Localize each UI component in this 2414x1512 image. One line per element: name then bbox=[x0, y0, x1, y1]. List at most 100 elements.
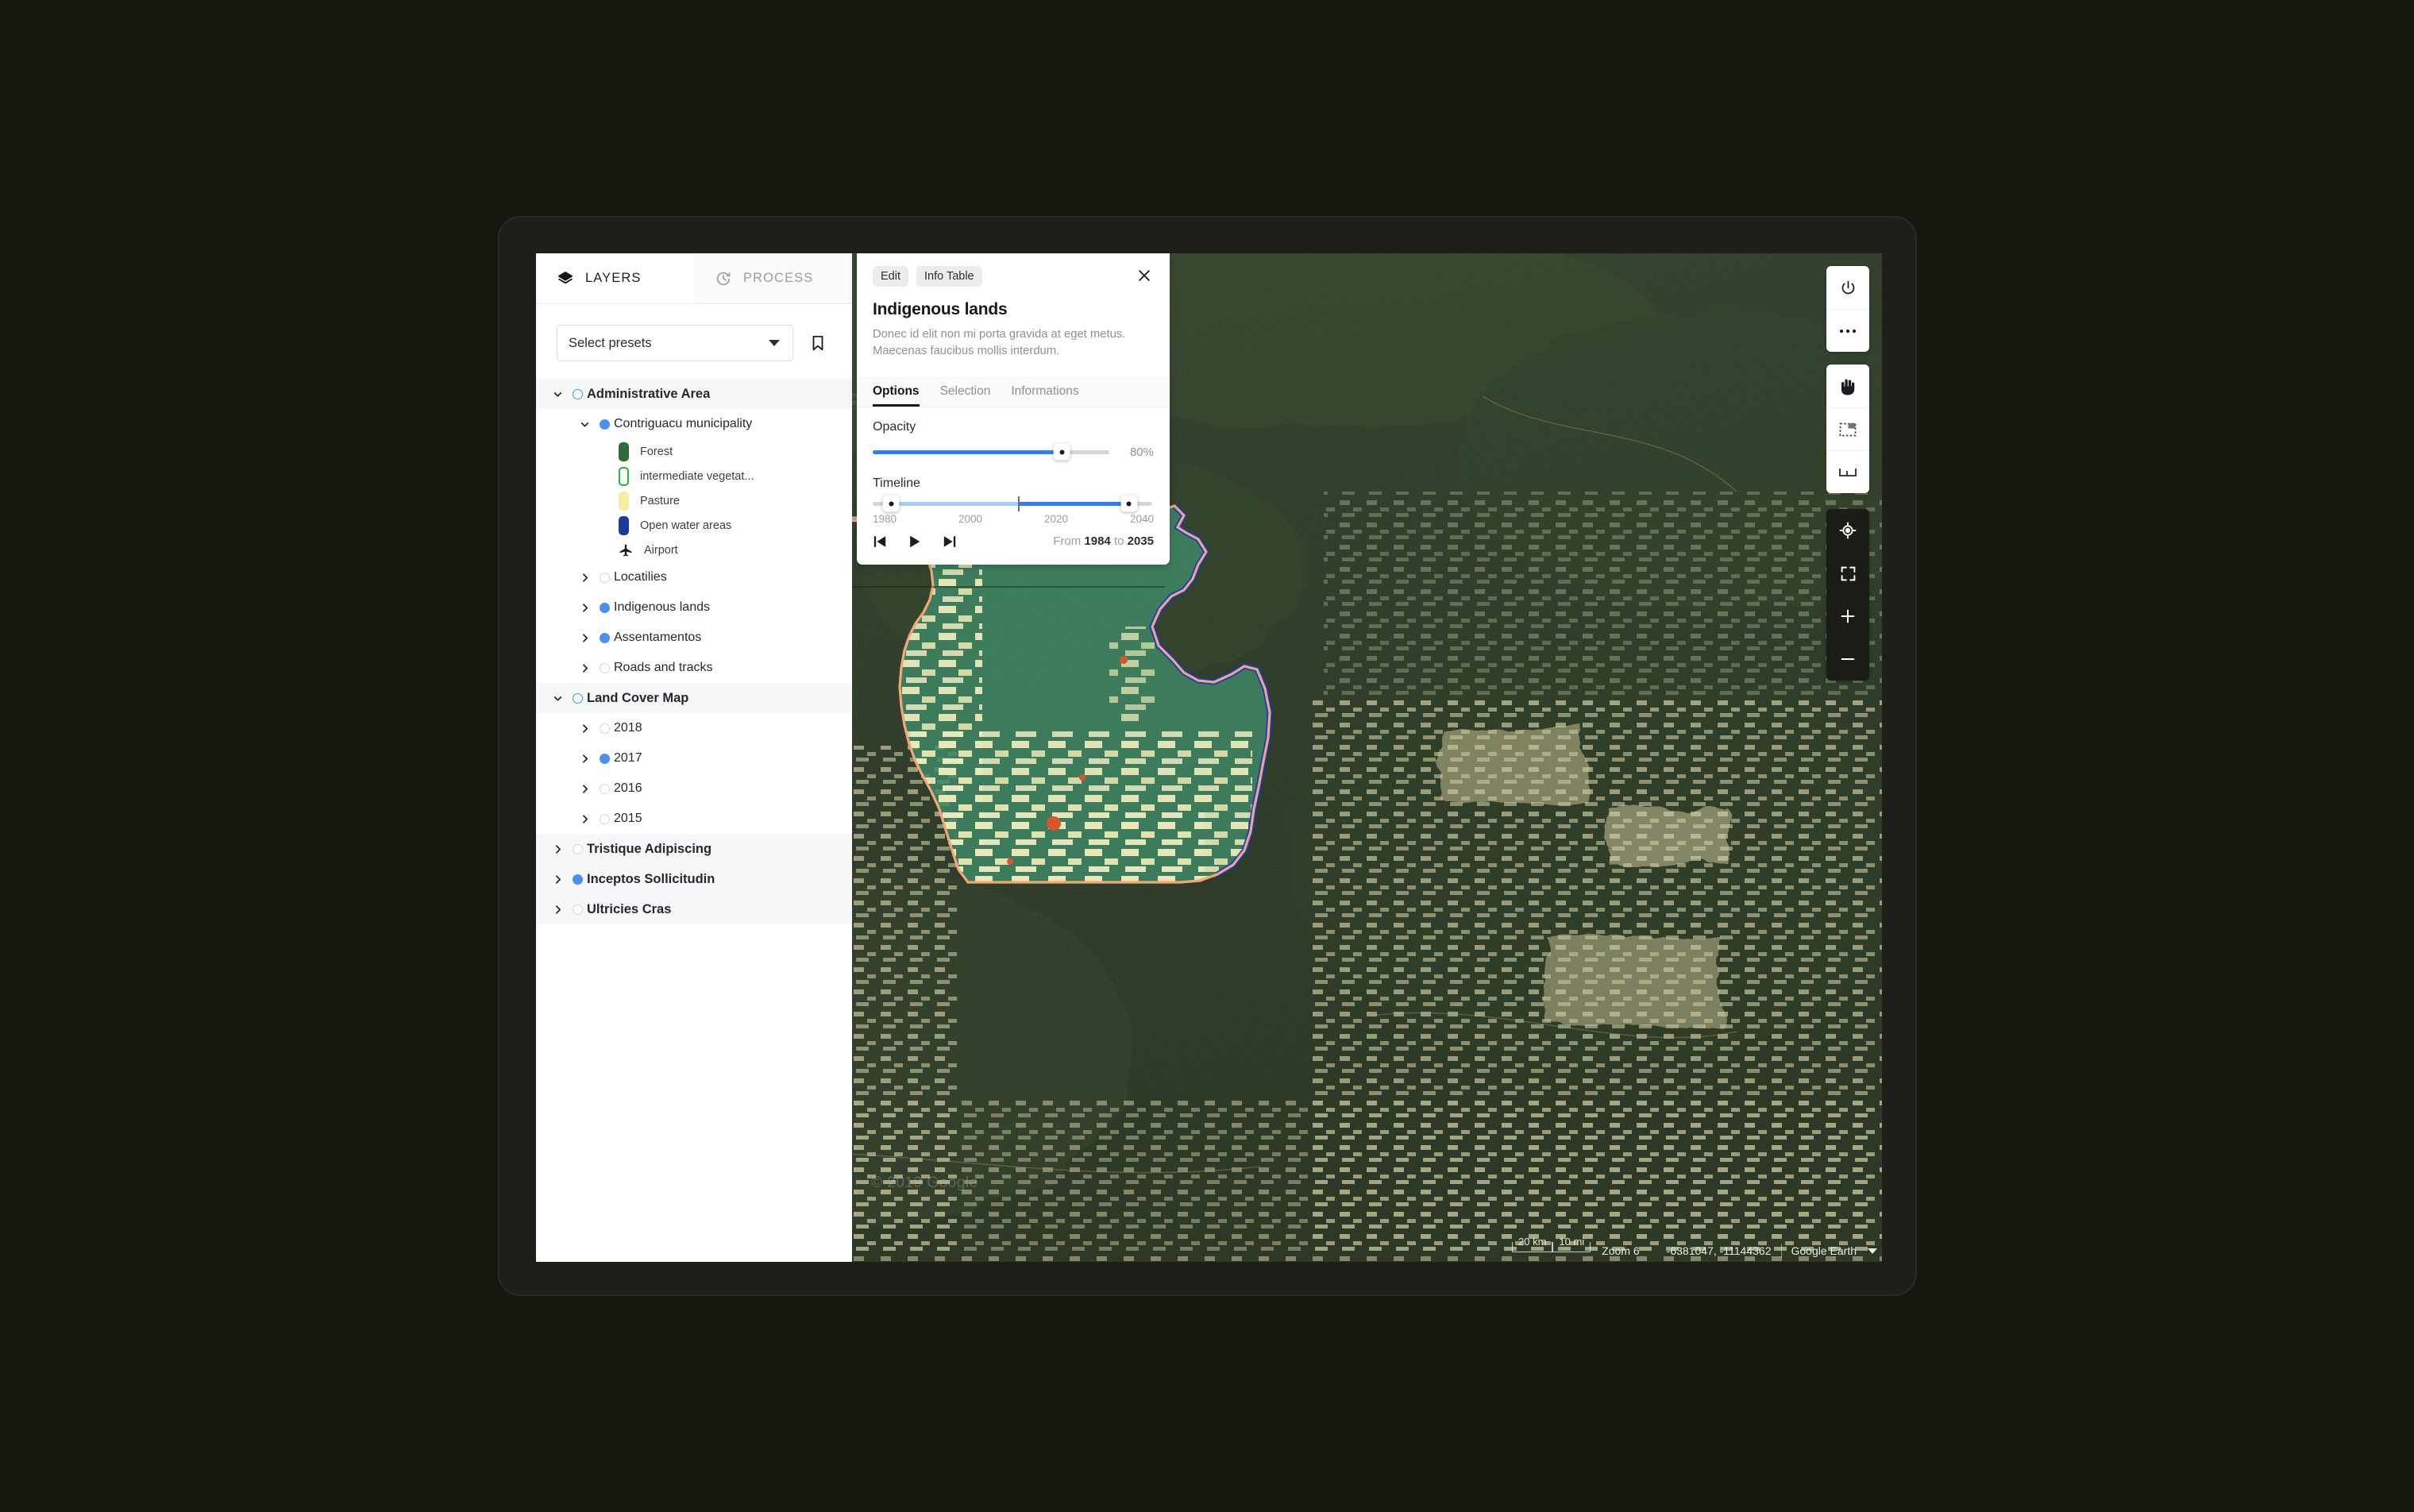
layer-row-assentamentos[interactable]: Assentamentos bbox=[536, 623, 852, 653]
layer-row-2017[interactable]: 2017 bbox=[536, 743, 852, 773]
visibility-toggle[interactable] bbox=[595, 753, 614, 764]
chevron-right-icon bbox=[555, 904, 561, 914]
preset-select[interactable]: Select presets bbox=[557, 325, 793, 361]
visibility-toggle[interactable] bbox=[595, 602, 614, 613]
timeline-section: Timeline 1980 2000 2020 2040 bbox=[857, 459, 1170, 525]
legend-item[interactable]: Pasture bbox=[536, 488, 852, 513]
chevron-down-icon bbox=[553, 696, 561, 700]
layer-row-contriguacu-municipality[interactable]: Contriguacu municipality bbox=[536, 409, 852, 439]
expand-toggle[interactable] bbox=[574, 573, 595, 583]
expand-toggle[interactable] bbox=[547, 874, 568, 885]
legend-item[interactable]: intermediate vegetat... bbox=[536, 464, 852, 488]
map-tools-group-primary bbox=[1826, 266, 1869, 352]
fullscreen-button[interactable] bbox=[1826, 552, 1869, 595]
tab-process[interactable]: PROCESS bbox=[694, 253, 852, 303]
visibility-toggle[interactable] bbox=[595, 418, 614, 430]
visibility-toggle[interactable] bbox=[568, 904, 587, 915]
legend-item[interactable]: Airport bbox=[536, 538, 852, 562]
measure-tool[interactable] bbox=[1826, 450, 1869, 493]
feature-description: Donec id elit non mi porta gravida at eg… bbox=[873, 328, 1126, 358]
legend-swatch bbox=[619, 491, 629, 511]
skip-to-end-button[interactable] bbox=[943, 534, 957, 549]
chevron-down-icon[interactable] bbox=[1868, 1248, 1877, 1254]
timeline-knob-end[interactable] bbox=[1120, 495, 1138, 512]
timeline-slider[interactable] bbox=[873, 495, 1154, 512]
zoom-out-button[interactable] bbox=[1826, 638, 1869, 681]
layer-row-2016[interactable]: 2016 bbox=[536, 773, 852, 804]
pan-tool[interactable] bbox=[1826, 364, 1869, 407]
close-icon bbox=[1139, 270, 1150, 281]
more-options-button[interactable] bbox=[1826, 309, 1869, 352]
chevron-down-icon bbox=[580, 422, 588, 426]
visibility-toggle[interactable] bbox=[595, 632, 614, 643]
expand-toggle[interactable] bbox=[547, 389, 568, 399]
bookmark-button[interactable] bbox=[804, 330, 831, 357]
edit-button[interactable]: Edit bbox=[873, 266, 908, 287]
layer-label: Tristique Adipiscing bbox=[587, 841, 712, 856]
expand-toggle[interactable] bbox=[574, 633, 595, 643]
range-mid: to bbox=[1113, 534, 1124, 549]
close-button[interactable] bbox=[1135, 266, 1154, 289]
visibility-toggle[interactable] bbox=[568, 692, 587, 704]
visibility-toggle[interactable] bbox=[595, 723, 614, 734]
opacity-slider[interactable]: 80% bbox=[873, 443, 1154, 461]
layer-label: Roads and tracks bbox=[614, 661, 713, 674]
locate-button[interactable] bbox=[1826, 509, 1869, 552]
box-select-tool[interactable] bbox=[1826, 407, 1869, 450]
layer-row-locatilies[interactable]: Locatilies bbox=[536, 562, 852, 592]
layer-tree[interactable]: Administrative Area Contriguacu municipal… bbox=[536, 371, 852, 1262]
visibility-dot bbox=[572, 874, 583, 885]
layer-row-ultricies-cras[interactable]: Ultricies Cras bbox=[536, 894, 852, 924]
tab-options[interactable]: Options bbox=[873, 376, 920, 407]
tab-layers[interactable]: LAYERS bbox=[536, 253, 694, 303]
expand-toggle[interactable] bbox=[574, 754, 595, 764]
visibility-toggle[interactable] bbox=[568, 843, 587, 854]
layer-row-land-cover-map[interactable]: Land Cover Map bbox=[536, 683, 852, 713]
map-tools-group-draw bbox=[1826, 364, 1869, 493]
layer-row-indigenous-lands[interactable]: Indigenous lands bbox=[536, 592, 852, 623]
layer-row-administrative-area[interactable]: Administrative Area bbox=[536, 379, 852, 409]
expand-toggle[interactable] bbox=[574, 603, 595, 613]
skip-to-start-button[interactable] bbox=[873, 534, 887, 549]
layer-row-2015[interactable]: 2015 bbox=[536, 804, 852, 834]
play-button[interactable] bbox=[908, 534, 922, 549]
opacity-knob[interactable] bbox=[1053, 443, 1070, 461]
legend-item[interactable]: Open water areas bbox=[536, 513, 852, 538]
tab-informations[interactable]: Informations bbox=[1011, 376, 1078, 407]
info-panel-header: Edit Info Table bbox=[857, 253, 1170, 289]
chevron-right-icon bbox=[582, 754, 588, 763]
layer-row-tristique-adipiscing[interactable]: Tristique Adipiscing bbox=[536, 834, 852, 864]
visibility-toggle[interactable] bbox=[568, 874, 587, 885]
expand-toggle[interactable] bbox=[574, 723, 595, 734]
expand-toggle[interactable] bbox=[547, 844, 568, 854]
timeline-knob-start[interactable] bbox=[882, 495, 900, 512]
expand-toggle[interactable] bbox=[574, 419, 595, 430]
layer-label: Land Cover Map bbox=[587, 690, 689, 705]
expand-toggle[interactable] bbox=[547, 904, 568, 915]
layer-row-2018[interactable]: 2018 bbox=[536, 713, 852, 743]
timeline-track[interactable] bbox=[873, 495, 1152, 512]
visibility-toggle[interactable] bbox=[568, 388, 587, 399]
divider-2 bbox=[1780, 1244, 1782, 1258]
timeline-label: Timeline bbox=[873, 476, 920, 490]
info-table-button[interactable]: Info Table bbox=[916, 266, 982, 287]
tab-selection[interactable]: Selection bbox=[940, 376, 991, 407]
expand-toggle[interactable] bbox=[547, 693, 568, 704]
hand-icon bbox=[1841, 379, 1855, 395]
visibility-toggle[interactable] bbox=[595, 813, 614, 824]
expand-toggle[interactable] bbox=[574, 663, 595, 673]
layer-row-inceptos-sollicitudin[interactable]: Inceptos Sollicitudin bbox=[536, 864, 852, 894]
timeline-tick: 1980 bbox=[873, 512, 897, 525]
expand-toggle[interactable] bbox=[574, 784, 595, 794]
expand-toggle[interactable] bbox=[574, 814, 595, 824]
layer-row-roads-and-tracks[interactable]: Roads and tracks bbox=[536, 653, 852, 683]
zoom-in-button[interactable] bbox=[1826, 595, 1869, 638]
range-to: 2035 bbox=[1127, 534, 1154, 549]
visibility-toggle[interactable] bbox=[595, 662, 614, 673]
visibility-toggle[interactable] bbox=[595, 572, 614, 583]
legend-item[interactable]: Forest bbox=[536, 439, 852, 464]
power-button[interactable] bbox=[1826, 266, 1869, 309]
visibility-toggle[interactable] bbox=[595, 783, 614, 794]
visibility-dot bbox=[599, 632, 610, 643]
opacity-track[interactable] bbox=[873, 443, 1109, 461]
